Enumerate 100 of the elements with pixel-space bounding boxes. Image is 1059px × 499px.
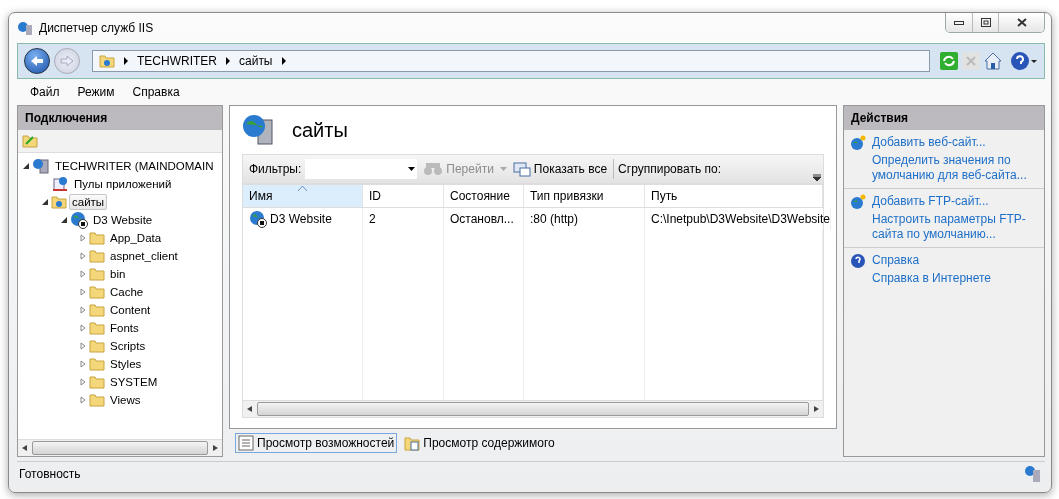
tree-item[interactable]: Views [107,392,144,408]
scrollbar-thumb[interactable] [257,402,809,416]
action-link[interactable]: Определить значения по умолчанию для веб-сайта... [872,153,1044,183]
tree-item[interactable]: App_Data [107,230,165,246]
minimize-button[interactable] [946,13,972,32]
filter-label: Фильтры: [249,162,302,176]
folder-icon [89,321,105,335]
tree-item[interactable]: TECHWRITER (MAINDOMAIN [52,158,217,174]
show-all-button[interactable]: Показать все [510,161,610,177]
tree-item[interactable]: D3 Website [90,212,156,228]
breadcrumb-item[interactable]: TECHWRITER [137,54,217,68]
maximize-button[interactable] [972,13,998,32]
collapse-arrow-icon[interactable] [22,162,30,170]
iis-icon [17,20,33,36]
tree-item[interactable]: bin [107,266,129,282]
home-icon[interactable] [984,52,1002,70]
expand-arrow-icon[interactable] [79,252,87,260]
action-link[interactable]: Добавить веб-сайт... [872,135,986,150]
action-link[interactable]: Настроить параметры FTP-сайта по умолчанию... [872,212,1044,242]
close-button[interactable] [998,13,1044,32]
windows-icon [512,161,531,177]
close-icon [1016,18,1027,27]
content-folder-icon [404,435,421,451]
stopped-website-icon [70,211,88,229]
table-cell: 2 [369,212,376,226]
expand-arrow-icon[interactable] [79,360,87,368]
table-cell: D3 Website [270,212,332,226]
page-title: сайты [292,118,348,142]
tree-item[interactable]: SYSTEM [107,374,161,390]
action-link[interactable]: Добавить FTP-сайт... [872,194,989,209]
connect-icon[interactable] [22,134,38,148]
address-bar[interactable]: TECHWRITER сайты [92,50,930,72]
view-tab[interactable]: Просмотр возможностей [235,433,398,453]
tree-item[interactable]: Fonts [107,320,142,336]
sites-folder-icon [51,195,67,209]
breadcrumb-item[interactable]: сайты [239,54,273,68]
app-pool-icon [51,176,69,192]
tree-item[interactable]: Styles [107,356,145,372]
back-button[interactable] [24,48,50,74]
breadcrumb-arrow-icon[interactable] [123,57,129,65]
folder-icon [89,249,105,263]
table-cell: C:\Inetpub\D3Website\D3Website [651,212,830,226]
collapse-arrow-icon[interactable] [41,198,49,206]
folder-icon [89,393,105,407]
folder-icon [89,285,105,299]
status-text: Готовность [19,467,81,481]
action-link[interactable]: Справка в Интернете [872,271,991,286]
tree-item[interactable]: Cache [107,284,147,300]
forward-arrow-icon [60,55,74,67]
new-site-icon [850,194,866,210]
restore-icon [980,18,991,27]
menu-item[interactable]: Справка [123,85,189,99]
server-status-icon [1025,466,1041,482]
filter-field[interactable] [305,159,418,179]
window-title: Диспетчер служб IIS [39,21,154,35]
menu-item[interactable]: Файл [21,85,69,99]
overflow-arrow-icon[interactable] [813,173,821,181]
tree-item[interactable]: Scripts [107,338,149,354]
help-icon[interactable] [1010,51,1038,71]
features-icon [238,435,254,451]
scrollbar-thumb[interactable] [32,441,208,455]
view-tab[interactable]: Просмотр содержимого [401,433,558,453]
folder-icon [89,357,105,371]
panel-header: Подключения [18,106,222,130]
folder-icon [89,339,105,353]
expand-arrow-icon[interactable] [79,396,87,404]
tree-item[interactable]: aspnet_client [107,248,181,264]
expand-arrow-icon[interactable] [79,234,87,242]
help-icon [850,253,866,269]
action-link[interactable]: Справка [872,253,920,268]
back-arrow-icon [30,55,44,67]
expand-arrow-icon[interactable] [79,270,87,278]
table-cell: Остановл... [450,212,514,226]
tree-item[interactable]: Content [107,302,154,318]
new-site-icon [850,135,866,151]
expand-arrow-icon[interactable] [79,324,87,332]
menu-item[interactable]: Режим [68,85,124,99]
breadcrumb-arrow-icon[interactable] [225,57,231,65]
folder-icon [89,375,105,389]
breadcrumb-arrow-icon[interactable] [280,57,287,65]
expand-arrow-icon[interactable] [79,288,87,296]
panel-header: Действия [844,106,1044,130]
expand-arrow-icon[interactable] [79,306,87,314]
tree-item[interactable]: сайты [69,194,108,210]
sites-folder-icon [99,54,115,68]
expand-arrow-icon[interactable] [79,378,87,386]
binoculars-icon [423,162,444,176]
table-cell: :80 (http) [530,212,579,226]
column-header[interactable]: Имя [243,185,363,207]
folder-icon [89,267,105,281]
folder-icon [89,231,105,245]
expand-arrow-icon[interactable] [79,342,87,350]
server-icon [32,158,50,174]
refresh-icon[interactable] [940,52,958,70]
stopped-website-icon [249,210,267,228]
folder-icon [89,303,105,317]
tree-item[interactable]: Пулы приложений [71,176,175,192]
collapse-arrow-icon[interactable] [60,216,68,224]
dropdown-arrow-icon[interactable] [408,167,416,171]
group-by-label[interactable]: Сгруппировать по: [618,162,721,176]
